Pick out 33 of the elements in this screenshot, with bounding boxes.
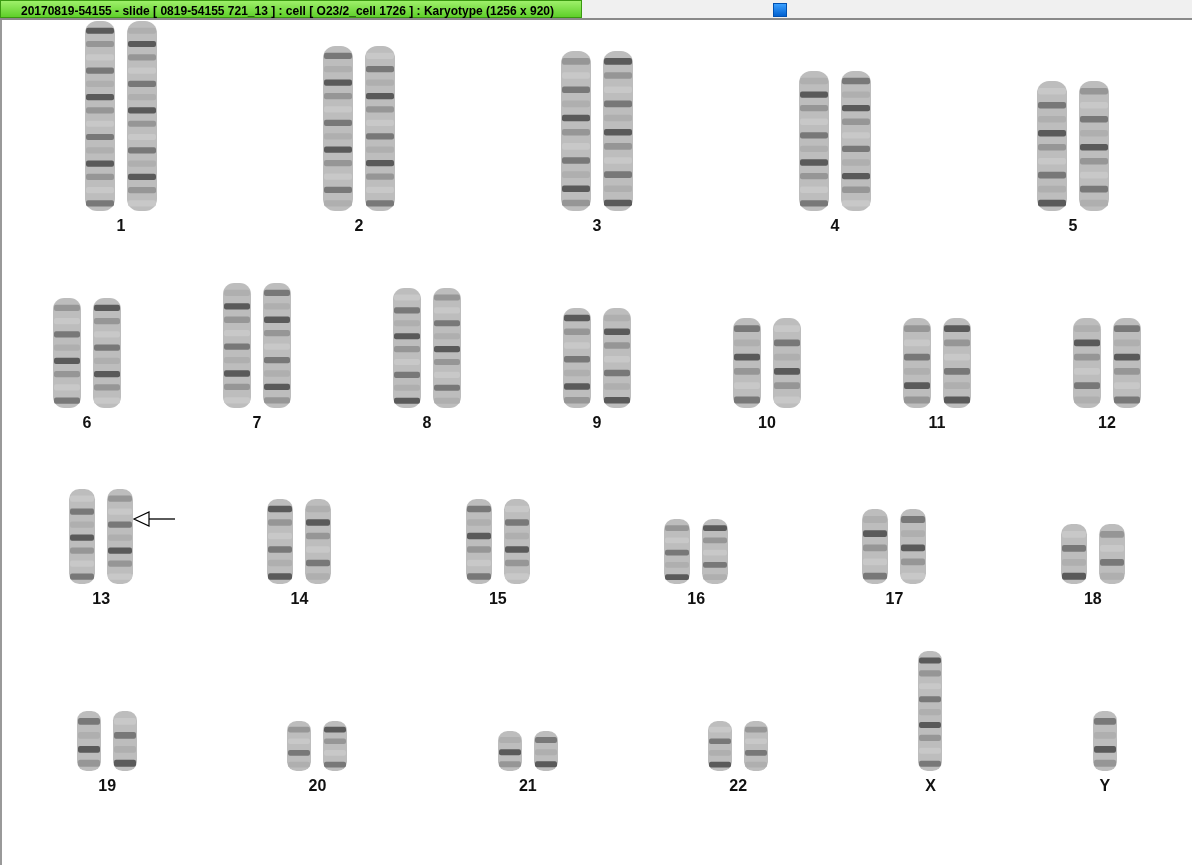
chromosome-pair-drawing	[664, 519, 729, 584]
chromosome-pair-drawing	[77, 711, 138, 771]
chromosome-number: Y	[1099, 777, 1111, 795]
chromosome-number: 9	[592, 414, 602, 432]
position-handle[interactable]	[773, 3, 787, 17]
chromosome-number: 20	[308, 777, 327, 795]
chromosome-number: 13	[92, 590, 111, 608]
chromosome-number: X	[925, 777, 936, 795]
chromosome-pair-drawing	[497, 731, 558, 771]
chromosome-number: 19	[98, 777, 117, 795]
chromosome-number: 6	[82, 414, 92, 432]
chromosome-number: 7	[252, 414, 262, 432]
chromosome-number: 2	[354, 217, 364, 235]
chromosome-number: 10	[758, 414, 776, 432]
window-title: 20170819-54155 - slide [ 0819-54155 721_13 ] : cell [ O23/2_cell 1726 ] : Karyotype (1256 x 920)	[0, 0, 582, 18]
chromosome-pair-drawing	[1060, 524, 1125, 584]
chromosome-number: 8	[422, 414, 432, 432]
chromosome-number: 14	[290, 590, 309, 608]
chromosome-pair-drawing	[708, 721, 769, 771]
chromosome-number: 22	[729, 777, 748, 795]
chromosome-number: 12	[1098, 414, 1116, 432]
chromosome-number: 21	[518, 777, 537, 795]
chromosome-number: 15	[488, 590, 507, 608]
chromosome-number: 4	[830, 217, 840, 235]
chromosome-number: 18	[1083, 590, 1102, 608]
chromosome-number: 16	[687, 590, 706, 608]
chromosome-number: 11	[928, 414, 946, 432]
chromosome-number: 1	[116, 217, 126, 235]
chromosome-pair-drawing	[287, 721, 348, 771]
chromosome-number: 5	[1068, 217, 1078, 235]
chromosome-drawing	[1092, 711, 1117, 771]
chromosome-number: 3	[592, 217, 602, 235]
chromosome-number: 17	[885, 590, 904, 608]
